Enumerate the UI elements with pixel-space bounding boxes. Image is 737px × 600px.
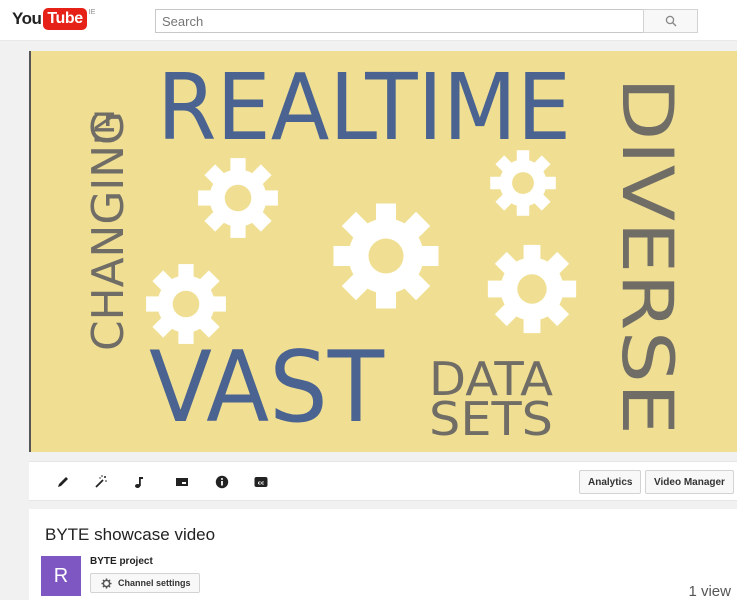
logo-you-text: You	[12, 9, 42, 28]
cc-icon: cc	[254, 477, 268, 487]
thumb-word-diverse: DIVERSE	[606, 77, 688, 435]
channel-name-link[interactable]: BYTE project	[90, 556, 153, 567]
video-thumbnail: REALTIME IN CHANGING DIVERSE VAST DATA S…	[83, 54, 688, 446]
masthead: You Tube IE	[0, 0, 737, 41]
logo-region: IE	[88, 9, 96, 16]
avatar-initial: R	[53, 564, 69, 587]
card-icon	[176, 478, 188, 486]
music-note-icon	[135, 477, 143, 488]
audio-button[interactable]	[129, 472, 149, 492]
logo-tube-text: Tube	[43, 8, 87, 30]
channel-settings-button[interactable]: Channel settings	[90, 573, 200, 593]
thumb-word-vast: VAST	[149, 331, 385, 445]
gear-icon	[101, 577, 112, 589]
pencil-icon	[58, 477, 68, 487]
magnifier-icon	[665, 15, 676, 27]
view-count: 1 view	[688, 583, 731, 600]
search-input[interactable]	[155, 9, 643, 33]
gear-graphic	[333, 203, 439, 309]
video-info-panel: BYTE showcase video R BYTE project Chann…	[29, 509, 737, 600]
thumb-word-changing: CHANGING	[83, 111, 134, 351]
subtitles-button[interactable]: cc	[251, 472, 271, 492]
channel-settings-label: Channel settings	[118, 578, 191, 588]
info-settings-button[interactable]	[212, 472, 232, 492]
enhancements-button[interactable]	[91, 472, 111, 492]
video-toolbar: cc Analytics Video Manager	[29, 461, 737, 501]
thumb-word-sets: SETS	[429, 392, 553, 446]
youtube-logo[interactable]: You Tube IE	[12, 8, 95, 32]
gear-graphic	[198, 158, 278, 238]
info-icon	[215, 475, 229, 489]
search-button[interactable]	[643, 9, 698, 33]
svg-text:cc: cc	[258, 480, 265, 486]
end-screen-button[interactable]	[172, 472, 192, 492]
thumb-word-realtime: REALTIME	[157, 54, 571, 161]
edit-button[interactable]	[53, 472, 73, 492]
channel-avatar[interactable]: R	[41, 556, 81, 596]
magic-wand-icon	[95, 475, 107, 488]
video-player[interactable]: REALTIME IN CHANGING DIVERSE VAST DATA S…	[29, 51, 737, 452]
analytics-button[interactable]: Analytics	[579, 470, 642, 494]
gear-graphic	[487, 244, 577, 334]
video-title: BYTE showcase video	[45, 525, 216, 544]
video-manager-button[interactable]: Video Manager	[645, 470, 734, 494]
